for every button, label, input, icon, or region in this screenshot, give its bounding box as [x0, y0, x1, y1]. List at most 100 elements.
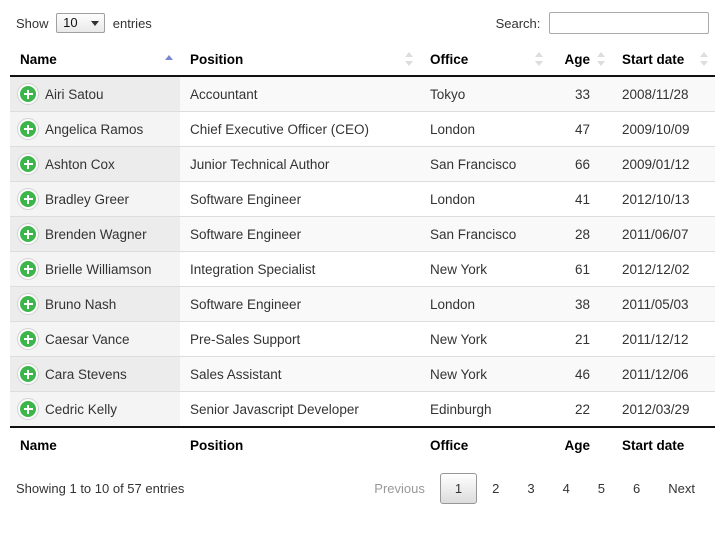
cell-name: Brielle Williamson — [10, 252, 180, 287]
cell-position: Sales Assistant — [180, 357, 420, 392]
cell-age: 33 — [550, 76, 612, 112]
cell-start-date: 2009/01/12 — [612, 147, 715, 182]
pagination-page-1[interactable]: 1 — [440, 473, 477, 504]
pagination-page-2[interactable]: 2 — [479, 475, 512, 502]
column-header-start-date[interactable]: Start date — [612, 44, 715, 76]
plus-circle-icon[interactable] — [20, 86, 36, 102]
column-header-name-label: Name — [20, 52, 57, 67]
plus-circle-icon[interactable] — [20, 261, 36, 277]
sort-both-arrow-icon — [535, 52, 544, 66]
cell-office: Tokyo — [420, 76, 550, 112]
pagination-page-5[interactable]: 5 — [585, 475, 618, 502]
plus-circle-icon[interactable] — [20, 331, 36, 347]
plus-circle-icon[interactable] — [20, 366, 36, 382]
cell-name: Cedric Kelly — [10, 392, 180, 428]
cell-age: 66 — [550, 147, 612, 182]
pagination-page-4[interactable]: 4 — [550, 475, 583, 502]
length-label-before: Show — [16, 16, 49, 31]
entries-per-page-select[interactable]: 10 — [56, 13, 105, 33]
sort-both-arrow-icon — [700, 52, 709, 66]
pagination-page-6[interactable]: 6 — [620, 475, 653, 502]
table-row: Caesar VancePre-Sales SupportNew York212… — [10, 322, 715, 357]
table-body: Airi SatouAccountantTokyo332008/11/28Ang… — [10, 76, 715, 427]
name-cell: Brielle Williamson — [20, 261, 170, 277]
search-control: Search: — [496, 12, 709, 34]
plus-circle-icon[interactable] — [20, 401, 36, 417]
chevron-down-icon — [91, 21, 99, 26]
name-text: Airi Satou — [45, 87, 104, 102]
cell-office: New York — [420, 357, 550, 392]
name-text: Bruno Nash — [45, 297, 116, 312]
entries-per-page-value: 10 — [63, 15, 77, 30]
cell-name: Brenden Wagner — [10, 217, 180, 252]
cell-office: San Francisco — [420, 217, 550, 252]
table-info: Showing 1 to 10 of 57 entries — [16, 481, 184, 496]
cell-start-date: 2012/03/29 — [612, 392, 715, 428]
name-text: Angelica Ramos — [45, 122, 143, 137]
pagination-next[interactable]: Next — [655, 475, 708, 502]
cell-start-date: 2011/12/12 — [612, 322, 715, 357]
cell-name: Bradley Greer — [10, 182, 180, 217]
cell-name: Angelica Ramos — [10, 112, 180, 147]
column-header-start-date-label: Start date — [622, 52, 684, 67]
name-text: Cedric Kelly — [45, 402, 117, 417]
search-input[interactable] — [549, 12, 709, 34]
cell-name: Cara Stevens — [10, 357, 180, 392]
cell-age: 47 — [550, 112, 612, 147]
table-footer-row: Name Position Office Age Start date — [10, 427, 715, 463]
table-header-row: Name Position Office Age Start date — [10, 44, 715, 76]
table-row: Bradley GreerSoftware EngineerLondon4120… — [10, 182, 715, 217]
pagination-previous[interactable]: Previous — [361, 475, 438, 502]
employees-table: Name Position Office Age Start date — [10, 44, 715, 463]
cell-office: New York — [420, 252, 550, 287]
name-text: Cara Stevens — [45, 367, 127, 382]
plus-circle-icon[interactable] — [20, 156, 36, 172]
name-cell: Cara Stevens — [20, 366, 170, 382]
column-header-age-label: Age — [564, 52, 590, 67]
table-foot: Name Position Office Age Start date — [10, 427, 715, 463]
cell-position: Accountant — [180, 76, 420, 112]
column-header-office[interactable]: Office — [420, 44, 550, 76]
name-cell: Caesar Vance — [20, 331, 170, 347]
name-cell: Angelica Ramos — [20, 121, 170, 137]
cell-age: 22 — [550, 392, 612, 428]
cell-office: New York — [420, 322, 550, 357]
table-row: Cedric KellySenior Javascript DeveloperE… — [10, 392, 715, 428]
cell-age: 46 — [550, 357, 612, 392]
cell-name: Caesar Vance — [10, 322, 180, 357]
plus-circle-icon[interactable] — [20, 226, 36, 242]
table-row: Brenden WagnerSoftware EngineerSan Franc… — [10, 217, 715, 252]
column-header-position-label: Position — [190, 52, 243, 67]
search-label: Search: — [496, 16, 541, 31]
cell-position: Junior Technical Author — [180, 147, 420, 182]
pagination: Previous123456Next — [360, 473, 709, 504]
plus-circle-icon[interactable] — [20, 121, 36, 137]
name-text: Bradley Greer — [45, 192, 129, 207]
length-control: Show 10 entries — [16, 13, 152, 33]
sort-asc-arrow-icon — [165, 52, 174, 66]
column-header-age[interactable]: Age — [550, 44, 612, 76]
table-head: Name Position Office Age Start date — [10, 44, 715, 76]
pagination-page-3[interactable]: 3 — [514, 475, 547, 502]
name-text: Ashton Cox — [45, 157, 115, 172]
plus-circle-icon[interactable] — [20, 296, 36, 312]
cell-position: Software Engineer — [180, 217, 420, 252]
column-header-position[interactable]: Position — [180, 44, 420, 76]
column-header-name[interactable]: Name — [10, 44, 180, 76]
cell-office: London — [420, 287, 550, 322]
plus-circle-icon[interactable] — [20, 191, 36, 207]
cell-office: London — [420, 182, 550, 217]
sort-both-arrow-icon — [597, 52, 606, 66]
table-row: Bruno NashSoftware EngineerLondon382011/… — [10, 287, 715, 322]
cell-office: Edinburgh — [420, 392, 550, 428]
cell-start-date: 2011/06/07 — [612, 217, 715, 252]
cell-position: Pre-Sales Support — [180, 322, 420, 357]
cell-position: Chief Executive Officer (CEO) — [180, 112, 420, 147]
cell-age: 28 — [550, 217, 612, 252]
column-footer-start-date: Start date — [612, 427, 715, 463]
sort-both-arrow-icon — [405, 52, 414, 66]
column-footer-age: Age — [550, 427, 612, 463]
cell-age: 38 — [550, 287, 612, 322]
table-controls-top: Show 10 entries Search: — [10, 0, 715, 44]
cell-start-date: 2011/12/06 — [612, 357, 715, 392]
